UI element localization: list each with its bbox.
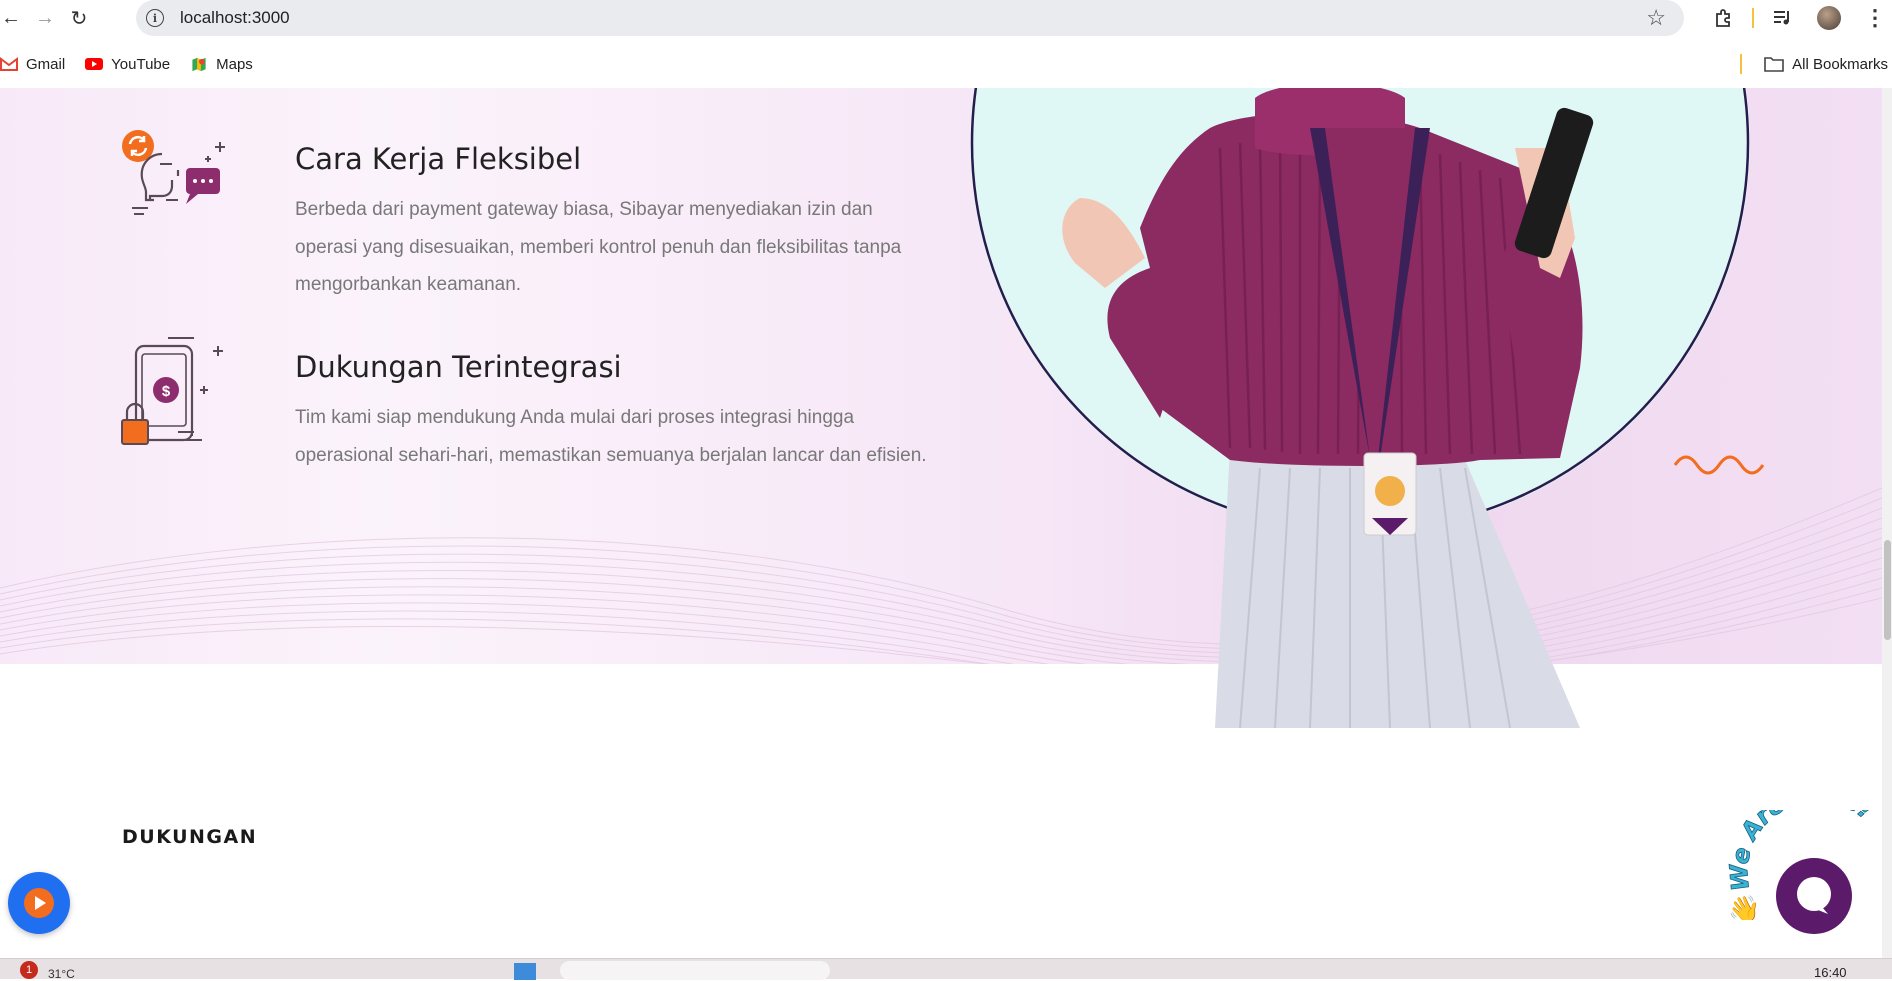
extensions-icon[interactable] [1700,0,1746,36]
bookmark-label: YouTube [111,55,171,73]
notification-badge[interactable]: 1 [20,961,38,979]
menu-icon[interactable]: ⋮ [1852,0,1892,36]
toolbar-divider [1746,0,1760,36]
profile-avatar[interactable] [1806,0,1852,36]
back-icon[interactable]: ← [0,1,28,35]
clock: 16:40 [1814,965,1847,980]
play-button[interactable] [8,872,70,934]
reload-icon[interactable]: ↻ [62,1,96,35]
site-info-icon[interactable]: i [146,9,164,27]
bookmark-maps[interactable]: Maps [190,56,253,73]
feature-description: Berbeda dari payment gateway biasa, Siba… [295,199,902,295]
bookmarks-bar: Gmail YouTube Maps All Bookmarks [0,44,1892,84]
bookmark-label: Maps [216,55,253,73]
feature-title: Dukungan Terintegrasi [295,350,622,384]
gmail-icon [0,57,18,71]
bookmark-label: Gmail [26,55,66,73]
media-control-icon[interactable] [1760,0,1806,36]
waving-hand-icon: 👋 [1728,894,1760,920]
youtube-icon [85,58,104,70]
bookmarks-divider [1740,54,1743,74]
all-bookmarks-label: All Bookmarks [1792,55,1888,73]
url-text[interactable]: localhost:3000 [180,8,290,28]
bookmark-gmail[interactable]: Gmail [0,56,65,73]
all-bookmarks-button[interactable]: All Bookmarks [1740,54,1888,74]
feature-description: Tim kami siap mendukung Anda mulai dari … [295,407,927,466]
svg-text:$: $ [162,383,171,400]
page-viewport: Cara Kerja Fleksibel Berbeda dari paymen… [0,88,1882,958]
play-icon [24,888,54,918]
start-icon[interactable] [514,963,536,980]
maps-icon [192,57,206,71]
os-taskbar: 1 31°C 16:40 [0,958,1892,981]
squiggle-decoration [1673,455,1765,475]
secure-phone-icon: $ [121,337,223,445]
address-bar[interactable]: i localhost:3000 ☆ [136,0,1684,36]
toolbar-right: ⋮ [1700,0,1892,36]
folder-icon [1764,57,1784,72]
bookmark-star-icon[interactable]: ☆ [1646,5,1666,31]
taskbar-search[interactable] [560,961,830,980]
feature-title: Cara Kerja Fleksibel [295,142,582,176]
bookmark-youtube[interactable]: YouTube [85,56,170,73]
scroll-thumb[interactable] [1884,540,1891,640]
section-label-support: DUKUNGAN [122,826,258,848]
hero-person-illustration [960,88,1860,738]
forward-icon[interactable]: → [28,1,62,35]
flexible-head-icon [122,130,225,215]
browser-toolbar: ← → ↻ i localhost:3000 ☆ ⋮ [0,0,1892,36]
chat-bubble-icon [1797,877,1831,914]
chat-button[interactable] [1776,858,1852,934]
